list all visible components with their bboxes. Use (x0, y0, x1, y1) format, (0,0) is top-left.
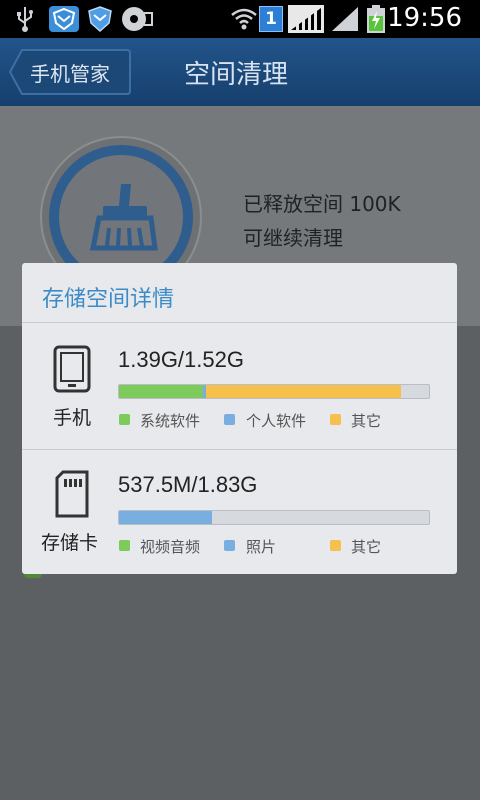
phone-usage-segment-system (119, 385, 203, 398)
broom-icon (89, 184, 158, 251)
sd-card-icon (55, 470, 89, 518)
continue-clean-text: 可继续清理 (243, 226, 343, 250)
legend-label: 其它 (351, 538, 382, 556)
legend-swatch-blue (224, 540, 235, 551)
legend-label: 照片 (246, 538, 277, 556)
legend-label: 其它 (351, 412, 382, 430)
wifi-icon (231, 8, 257, 30)
title-bar: 手机管家 空间清理 (0, 38, 480, 106)
phone-storage-row: 手机 1.39G/1.52G 系统软件 个人软件 其它 (22, 323, 457, 449)
legend-swatch-orange (330, 540, 341, 551)
legend-label: 视频音频 (140, 538, 201, 556)
phone-icon (53, 345, 91, 393)
legend-swatch-green (119, 540, 130, 551)
sdcard-usage-bar (118, 510, 430, 525)
legend-label: 个人软件 (246, 412, 307, 430)
background-indicator (24, 574, 42, 578)
status-bar: 1 19:56 (0, 0, 480, 38)
signal-icon (288, 5, 324, 33)
dialog-title: 存储空间详情 (42, 287, 175, 312)
sdcard-usage-segment-photos (119, 511, 212, 524)
sdcard-capacity: 537.5M/1.83G (118, 472, 258, 497)
shield-icon (88, 6, 112, 33)
phone-usage-bar (118, 384, 430, 399)
legend-swatch-blue (224, 414, 235, 425)
back-button-label: 手机管家 (30, 62, 110, 86)
sdcard-storage-row: 存储卡 537.5M/1.83G 视频音频 照片 其它 (22, 450, 457, 574)
legend-label: 系统软件 (140, 412, 201, 430)
phone-label: 手机 (53, 407, 92, 429)
page-title: 空间清理 (184, 60, 289, 90)
disk-icon (122, 7, 153, 31)
phone-capacity: 1.39G/1.52G (118, 347, 244, 372)
sim-badge: 1 (259, 6, 283, 32)
phone-usage-segment-other (205, 385, 402, 398)
usb-icon (17, 7, 33, 32)
battery-charging-icon (367, 5, 385, 33)
storage-details-dialog: 存储空间详情 手机 1.39G/1.52G 系统软件 个人软件 其它 存储卡 5 (22, 263, 457, 574)
legend-swatch-orange (330, 414, 341, 425)
legend-swatch-green (119, 414, 130, 425)
signal-icon (332, 7, 358, 31)
clock: 19:56 (387, 3, 462, 33)
freed-space-text: 已释放空间 100K (243, 192, 401, 216)
sdcard-label: 存储卡 (41, 532, 99, 554)
security-shield-icon (49, 6, 79, 32)
back-button[interactable]: 手机管家 (8, 48, 132, 96)
